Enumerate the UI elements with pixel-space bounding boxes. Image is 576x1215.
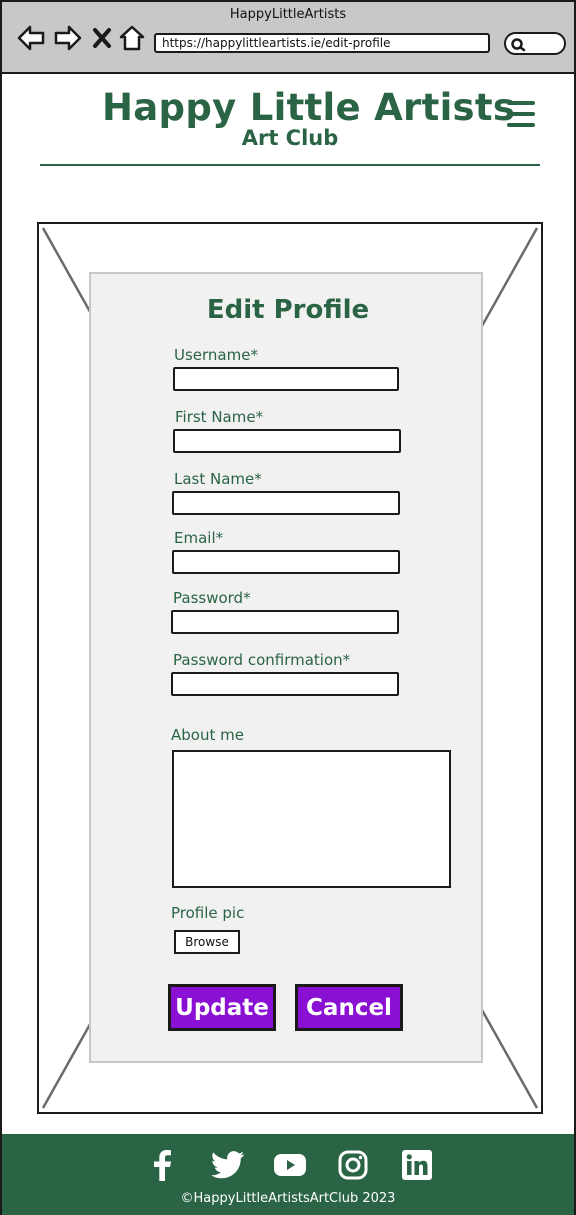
about-me-label: About me — [171, 726, 244, 744]
password-input[interactable] — [171, 610, 399, 634]
twitter-icon[interactable] — [210, 1148, 246, 1182]
forward-arrow-icon[interactable] — [53, 24, 83, 52]
password-confirmation-label: Password confirmation* — [173, 651, 351, 669]
about-me-textarea[interactable] — [172, 750, 451, 888]
password-label: Password* — [173, 589, 251, 607]
footer: ©HappyLittleArtistsArtClub 2023 — [2, 1134, 574, 1215]
search-icon — [511, 38, 526, 52]
site-title[interactable]: Happy Little Artists — [102, 88, 515, 128]
youtube-icon[interactable] — [272, 1148, 308, 1182]
email-label: Email* — [174, 529, 224, 547]
first-name-input[interactable] — [173, 429, 401, 453]
browse-button[interactable]: Browse — [174, 930, 240, 954]
last-name-input[interactable] — [172, 491, 400, 515]
page-frame: HappyLittleArtists https://happylittlear… — [0, 0, 576, 1215]
form-heading: Edit Profile — [206, 295, 370, 325]
browser-search-field[interactable] — [504, 32, 566, 55]
url-bar[interactable]: https://happylittleartists.ie/edit-profi… — [154, 33, 490, 53]
site-subtitle: Art Club — [241, 126, 339, 150]
window-title: HappyLittleArtists — [229, 7, 347, 22]
back-arrow-icon[interactable] — [16, 24, 46, 52]
username-input[interactable] — [173, 367, 399, 391]
instagram-icon[interactable] — [335, 1148, 371, 1182]
hamburger-menu-icon[interactable] — [507, 101, 539, 131]
last-name-label: Last Name* — [174, 470, 262, 488]
email-input[interactable] — [172, 550, 400, 574]
browser-chrome: HappyLittleArtists https://happylittlear… — [2, 2, 574, 74]
password-confirmation-input[interactable] — [171, 672, 399, 696]
profile-pic-label: Profile pic — [171, 904, 245, 922]
cancel-button[interactable]: Cancel — [295, 984, 403, 1031]
username-label: Username* — [174, 346, 258, 364]
home-icon[interactable] — [118, 24, 146, 52]
facebook-icon[interactable] — [144, 1148, 180, 1182]
header-divider — [40, 164, 540, 166]
close-icon[interactable] — [90, 24, 114, 52]
first-name-label: First Name* — [175, 408, 264, 426]
linkedin-icon[interactable] — [399, 1148, 435, 1182]
copyright-text: ©HappyLittleArtistsArtClub 2023 — [180, 1191, 396, 1206]
update-button[interactable]: Update — [168, 984, 276, 1031]
